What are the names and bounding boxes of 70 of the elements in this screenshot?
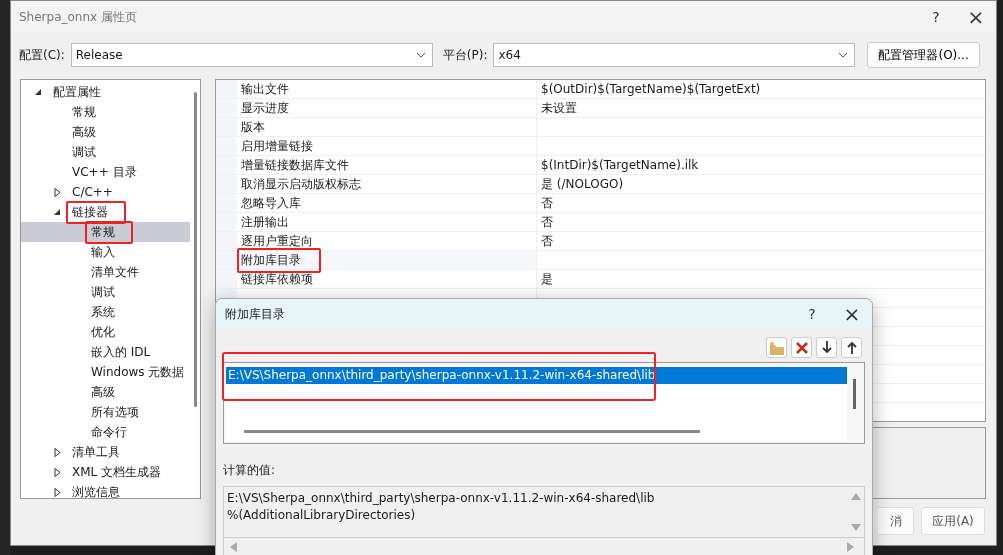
scrollbar[interactable] xyxy=(853,379,856,409)
property-name[interactable]: 启用增量链接 xyxy=(237,137,537,155)
dialog-title: 附加库目录 xyxy=(225,305,285,323)
property-name[interactable]: 输出文件 xyxy=(237,80,537,98)
computed-value-label: 计算的值: xyxy=(223,462,277,479)
property-name[interactable]: 增量链接数据库文件 xyxy=(237,156,537,174)
tree-item[interactable]: 调试 xyxy=(21,142,191,162)
list-item[interactable]: E:\VS\Sherpa_onnx\third_party\sherpa-onnx-v1.11.2-win-x64-shared\lib xyxy=(226,367,847,384)
delete-button[interactable] xyxy=(791,337,812,358)
config-label: 配置(C): xyxy=(19,46,65,64)
folder-icon xyxy=(768,340,785,355)
window-title: Sherpa_onnx 属性页 xyxy=(19,8,137,26)
chevron-icon xyxy=(838,52,849,58)
tree-item[interactable]: 输入 xyxy=(21,242,191,262)
property-name[interactable]: 链接库依赖项 xyxy=(237,270,537,288)
property-name[interactable]: 忽略导入库 xyxy=(237,194,537,212)
config-dropdown[interactable]: Release xyxy=(70,43,433,67)
tree-item[interactable]: 所有选项 xyxy=(21,402,191,422)
property-value[interactable]: 是 xyxy=(537,270,985,288)
tree-item[interactable]: Windows 元数据 xyxy=(21,362,191,382)
tree-item[interactable]: 浏览信息 xyxy=(21,482,191,498)
tree-item[interactable]: 命令行 xyxy=(21,422,191,442)
property-value[interactable]: 未设置 xyxy=(537,99,985,117)
scroll-left-icon[interactable] xyxy=(230,542,237,552)
chevron-icon xyxy=(415,52,426,58)
property-name[interactable]: 版本 xyxy=(237,118,537,136)
scroll-right-icon[interactable] xyxy=(847,542,854,552)
arrow-down-icon xyxy=(821,341,832,354)
property-name[interactable]: 显示进度 xyxy=(237,99,537,117)
tree-item[interactable]: 常规 xyxy=(21,102,191,122)
arrow-up-icon xyxy=(846,341,857,354)
property-value[interactable]: $(IntDir)$(TargetName).ilk xyxy=(537,158,985,172)
scroll-down-icon[interactable] xyxy=(851,524,861,531)
delete-icon xyxy=(794,340,809,355)
dialog-button[interactable]: 应用(A) xyxy=(921,507,985,535)
move-down-button[interactable] xyxy=(816,337,837,358)
tree-item[interactable]: 清单文件 xyxy=(21,262,191,282)
help-button[interactable]: ? xyxy=(916,3,956,31)
help-button[interactable]: ? xyxy=(792,300,832,328)
property-name[interactable]: 逐用户重定向 xyxy=(237,232,537,250)
computed-value-line: E:\VS\Sherpa_onnx\third_party\sherpa-onnx-v1.11.2-win-x64-shared\lib xyxy=(227,490,656,507)
computed-value-line: %(AdditionalLibraryDirectories) xyxy=(227,507,417,524)
tree-item[interactable]: 系统 xyxy=(21,302,191,322)
tree-item[interactable]: 调试 xyxy=(21,282,191,302)
property-value[interactable]: 否 xyxy=(537,194,985,212)
tree-item[interactable]: 优化 xyxy=(21,322,191,342)
tree-item[interactable]: 高级 xyxy=(21,122,191,142)
dialog-button[interactable]: 消 xyxy=(878,507,914,535)
tree-item[interactable]: C/C++ xyxy=(21,182,191,202)
property-value[interactable]: 否 xyxy=(537,213,985,231)
tree-item[interactable]: 常规 xyxy=(21,222,191,242)
move-up-button[interactable] xyxy=(841,337,862,358)
tree-item[interactable]: XML 文档生成器 xyxy=(21,462,191,482)
property-value[interactable]: 否 xyxy=(537,232,985,250)
close-button[interactable]: × xyxy=(832,300,872,328)
property-name[interactable]: 注册输出 xyxy=(237,213,537,231)
tree-item[interactable]: 高级 xyxy=(21,382,191,402)
property-name[interactable]: 取消显示启动版权标志 xyxy=(237,175,537,193)
scroll-up-icon[interactable] xyxy=(851,493,861,500)
tree-item[interactable]: VC++ 目录 xyxy=(21,162,191,182)
property-value[interactable]: $(OutDir)$(TargetName)$(TargetExt) xyxy=(537,82,985,96)
tree-item[interactable]: 清单工具 xyxy=(21,442,191,462)
platform-dropdown[interactable]: x64 xyxy=(493,43,856,67)
scrollbar[interactable] xyxy=(244,430,700,433)
platform-label: 平台(P): xyxy=(442,46,488,64)
tree-item[interactable]: 配置属性 xyxy=(21,82,191,102)
tree-item[interactable]: 嵌入的 IDL xyxy=(21,342,191,362)
config-manager-button[interactable]: 配置管理器(O)... xyxy=(867,42,980,68)
close-button[interactable]: × xyxy=(956,3,996,31)
property-value[interactable]: 是 (/NOLOGO) xyxy=(537,175,985,193)
